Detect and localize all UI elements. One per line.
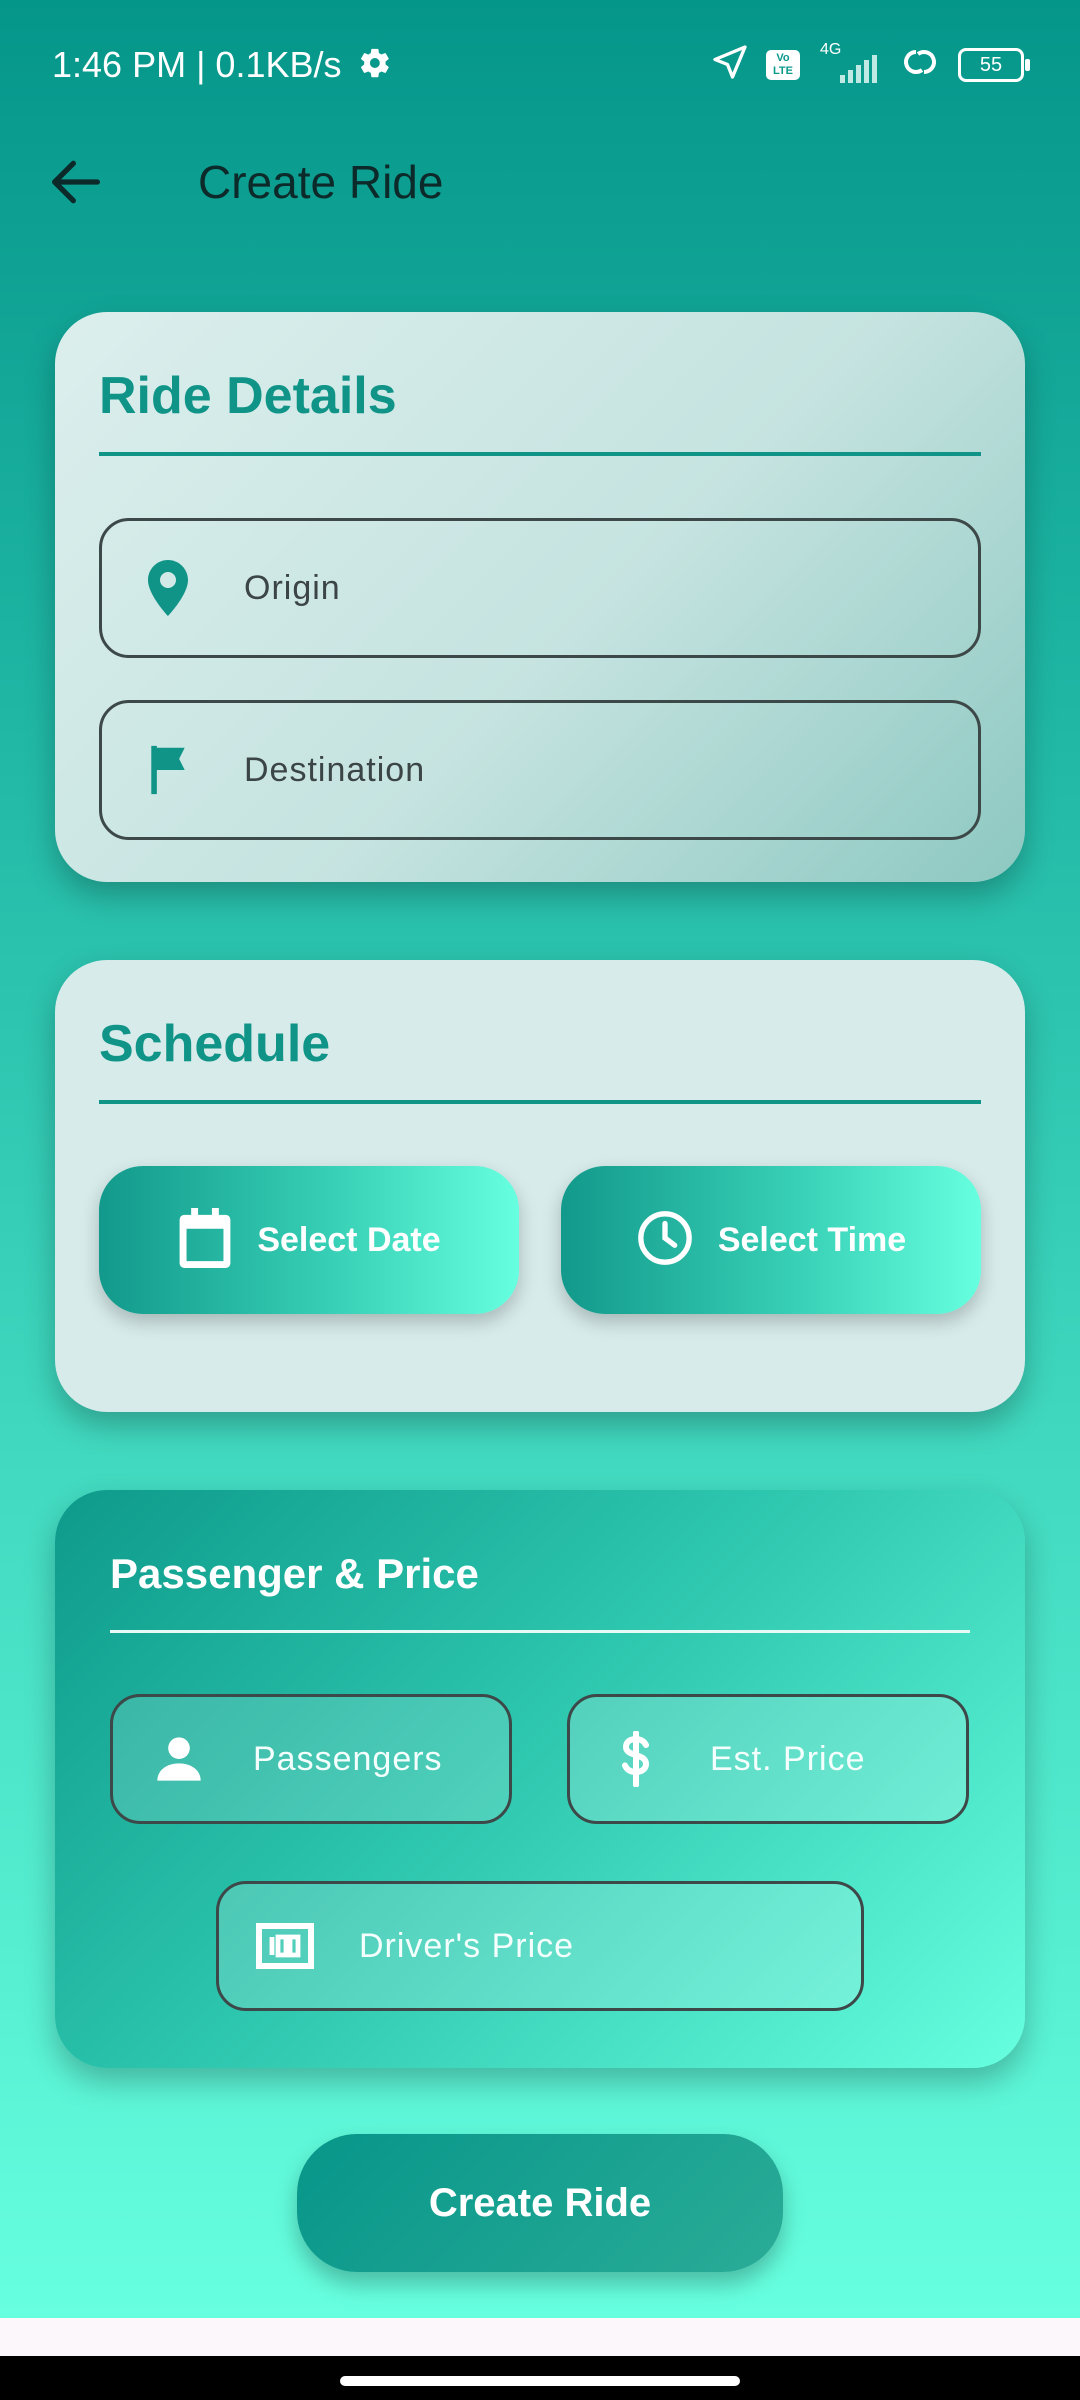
- passenger-price-card: Passenger & Price Passengers Est. Price …: [55, 1490, 1025, 2068]
- link-icon: [898, 44, 942, 85]
- ride-details-divider: [99, 452, 981, 456]
- est-price-placeholder: Est. Price: [710, 1739, 866, 1778]
- money-bill-icon: [255, 1916, 315, 1976]
- schedule-card: Schedule Select Date Select Time: [55, 960, 1025, 1412]
- signal-strength-icon: 4G: [816, 41, 882, 85]
- schedule-divider: [99, 1100, 981, 1104]
- origin-field[interactable]: Origin: [99, 518, 981, 658]
- status-bar: 1:46 PM | 0.1KB/s Vo LTE 4G 55: [0, 0, 1080, 130]
- volte-icon: Vo LTE: [766, 49, 800, 80]
- app-bar: Create Ride: [0, 130, 1080, 230]
- home-gesture-pill[interactable]: [340, 2376, 740, 2386]
- battery-icon: 55: [958, 47, 1030, 82]
- drivers-price-field[interactable]: Driver's Price: [216, 1881, 864, 2011]
- passengers-field[interactable]: Passengers: [110, 1694, 512, 1824]
- drivers-price-placeholder: Driver's Price: [359, 1926, 575, 1965]
- clock-icon: [636, 1209, 694, 1272]
- app-screen: 1:46 PM | 0.1KB/s Vo LTE 4G 55 Create Ri…: [0, 0, 1080, 2318]
- system-navigation-bar: [0, 2356, 1080, 2400]
- origin-placeholder: Origin: [244, 568, 341, 607]
- bottom-strip: [0, 2318, 1080, 2356]
- est-price-field[interactable]: Est. Price: [567, 1694, 969, 1824]
- status-time: 1:46 PM | 0.1KB/s: [52, 44, 392, 89]
- destination-field[interactable]: Destination: [99, 700, 981, 840]
- page-title: Create Ride: [198, 156, 444, 208]
- back-arrow-icon[interactable]: [44, 150, 108, 214]
- passengers-placeholder: Passengers: [253, 1739, 443, 1778]
- passenger-price-title: Passenger & Price: [110, 1550, 479, 1597]
- ride-details-card: Ride Details Origin Destination: [55, 312, 1025, 882]
- schedule-title: Schedule: [99, 1015, 331, 1073]
- location-arrow-icon: [710, 42, 750, 87]
- create-ride-button[interactable]: Create Ride: [297, 2134, 783, 2272]
- select-date-button[interactable]: Select Date: [99, 1166, 519, 1314]
- status-icons: Vo LTE 4G 55: [710, 41, 1030, 87]
- settings-gear-icon: [358, 46, 392, 89]
- select-time-button[interactable]: Select Time: [561, 1166, 981, 1314]
- flag-icon: [138, 740, 198, 800]
- location-pin-icon: [138, 558, 198, 618]
- dollar-icon: [606, 1729, 666, 1789]
- ride-details-title: Ride Details: [99, 367, 397, 425]
- passenger-price-divider: [110, 1630, 970, 1633]
- destination-placeholder: Destination: [244, 750, 426, 789]
- calendar-icon: [177, 1207, 233, 1273]
- person-icon: [149, 1729, 209, 1789]
